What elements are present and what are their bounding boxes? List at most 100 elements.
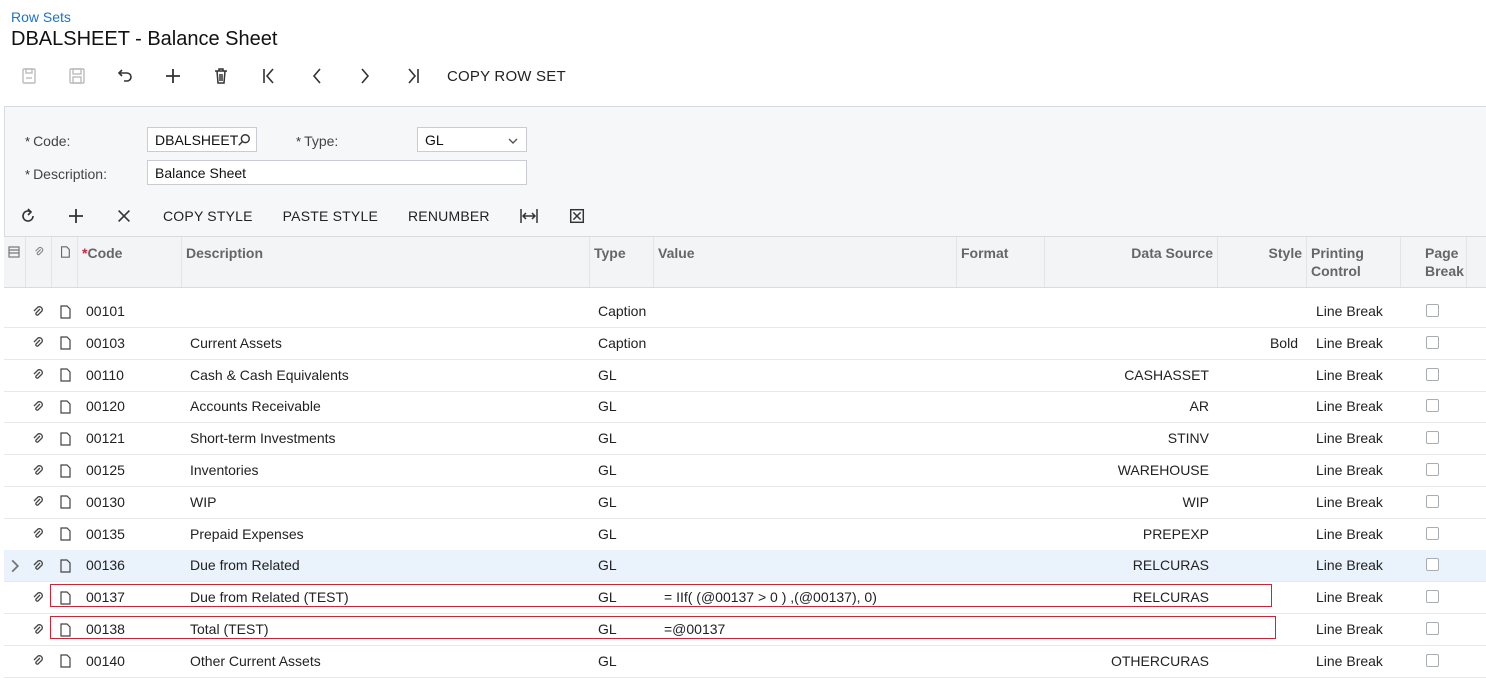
paperclip-icon[interactable]	[31, 328, 45, 359]
cell-code[interactable]: 00101	[86, 296, 125, 327]
cell-description[interactable]: Current Assets	[190, 328, 282, 359]
table-row[interactable]: 00121 Short-term Investments GL STINV Line B…	[4, 423, 1486, 456]
fit-columns-icon[interactable]	[505, 200, 553, 232]
cell-description[interactable]: Due from Related	[190, 550, 300, 581]
cell-style[interactable]	[1218, 646, 1298, 677]
page-break-checkbox[interactable]	[1426, 494, 1439, 508]
page-break-checkbox[interactable]	[1426, 304, 1439, 317]
header-code[interactable]: *Code	[78, 237, 182, 287]
type-select[interactable]: GL	[417, 127, 527, 152]
paperclip-icon[interactable]	[31, 423, 45, 454]
cell-description[interactable]: WIP	[190, 487, 216, 518]
page-break-checkbox[interactable]	[1426, 399, 1439, 413]
note-icon[interactable]	[58, 550, 72, 581]
page-break-checkbox[interactable]	[1426, 463, 1439, 476]
undo-icon[interactable]	[101, 60, 149, 92]
cell-code[interactable]: 00125	[86, 455, 125, 486]
cell-data-source[interactable]: AR	[1045, 391, 1209, 422]
note-icon[interactable]	[58, 328, 72, 359]
cell-code[interactable]: 00120	[86, 391, 125, 422]
cell-data-source[interactable]	[1045, 328, 1209, 359]
note-icon[interactable]	[58, 455, 72, 486]
cell-type[interactable]: Caption	[598, 296, 646, 327]
cell-data-source[interactable]	[1045, 296, 1209, 327]
header-page-break[interactable]: Page Break	[1401, 237, 1467, 287]
note-icon[interactable]	[58, 614, 72, 645]
cell-data-source[interactable]: OTHERCURAS	[1045, 646, 1209, 677]
first-record-icon[interactable]	[245, 60, 293, 92]
refresh-icon[interactable]	[4, 200, 52, 232]
cell-style[interactable]	[1218, 582, 1298, 613]
header-style[interactable]: Style	[1218, 237, 1307, 287]
cell-data-source[interactable]: PREPEXP	[1045, 519, 1209, 550]
cell-style[interactable]	[1218, 360, 1298, 391]
page-break-checkbox[interactable]	[1426, 590, 1439, 604]
paperclip-icon[interactable]	[31, 391, 45, 422]
note-icon[interactable]	[58, 646, 72, 677]
cell-style[interactable]	[1218, 550, 1298, 581]
cell-data-source[interactable]	[1045, 614, 1209, 645]
previous-record-icon[interactable]	[293, 60, 341, 92]
cell-style[interactable]	[1218, 423, 1298, 454]
table-row[interactable]: 00137 Due from Related (TEST) GL = IIf( (@0…	[4, 582, 1486, 615]
table-row[interactable]: 00125 Inventories GL WAREHOUSE Line Break	[4, 455, 1486, 487]
table-row[interactable]: 00130 WIP GL WIP Line Break	[4, 487, 1486, 519]
cell-style[interactable]	[1218, 296, 1298, 327]
note-icon[interactable]	[58, 360, 72, 391]
add-row-icon[interactable]	[52, 200, 100, 232]
cell-description[interactable]: Prepaid Expenses	[190, 519, 304, 550]
table-row[interactable]: 00138 Total (TEST) GL =@00137 Line Break	[4, 614, 1486, 646]
next-record-icon[interactable]	[341, 60, 389, 92]
table-row[interactable]: 00135 Prepaid Expenses GL PREPEXP Line Break	[4, 519, 1486, 551]
page-break-checkbox[interactable]	[1426, 558, 1439, 572]
last-record-icon[interactable]	[389, 60, 437, 92]
cell-printing-control[interactable]: Line Break	[1316, 582, 1383, 613]
cell-description[interactable]: Cash & Cash Equivalents	[190, 360, 349, 391]
cell-printing-control[interactable]: Line Break	[1316, 614, 1383, 645]
note-icon[interactable]	[58, 487, 72, 518]
copy-style-button[interactable]: COPY STYLE	[148, 208, 268, 224]
header-settings[interactable]	[4, 237, 26, 287]
cell-data-source[interactable]: WIP	[1045, 487, 1209, 518]
header-format[interactable]: Format	[957, 237, 1045, 287]
cell-printing-control[interactable]: Line Break	[1316, 360, 1383, 391]
page-break-checkbox[interactable]	[1426, 622, 1439, 635]
table-row[interactable]: 00120 Accounts Receivable GL AR Line Break	[4, 391, 1486, 424]
page-break-checkbox[interactable]	[1426, 653, 1439, 667]
cell-type[interactable]: GL	[598, 360, 617, 391]
note-icon[interactable]	[58, 296, 72, 327]
cell-type[interactable]: GL	[598, 582, 617, 613]
header-type[interactable]: Type	[590, 237, 654, 287]
cell-code[interactable]: 00137	[86, 582, 125, 613]
cell-printing-control[interactable]: Line Break	[1316, 519, 1383, 550]
cell-code[interactable]: 00110	[86, 360, 124, 391]
add-icon[interactable]	[149, 60, 197, 92]
table-row[interactable]: 00103 Current Assets Caption Bold Line Break	[4, 328, 1486, 360]
paperclip-icon[interactable]	[31, 360, 45, 391]
cell-style[interactable]	[1218, 519, 1298, 550]
code-field[interactable]: DBALSHEET	[147, 127, 257, 152]
note-icon[interactable]	[58, 391, 72, 422]
save-close-icon[interactable]	[5, 60, 53, 92]
page-break-checkbox[interactable]	[1426, 335, 1439, 349]
page-break-checkbox[interactable]	[1426, 431, 1439, 445]
cell-printing-control[interactable]: Line Break	[1316, 423, 1383, 454]
cell-type[interactable]: GL	[598, 423, 617, 454]
cell-description[interactable]: Accounts Receivable	[190, 391, 321, 422]
table-row[interactable]: 00110 Cash & Cash Equivalents GL CASHASSET L…	[4, 360, 1486, 392]
table-row[interactable]: 00136 Due from Related GL RELCURAS Line Brea…	[4, 550, 1486, 583]
note-icon[interactable]	[58, 582, 72, 613]
breadcrumb[interactable]: Row Sets	[11, 9, 71, 25]
cell-style[interactable]	[1218, 487, 1298, 518]
cell-printing-control[interactable]: Line Break	[1316, 487, 1383, 518]
delete-icon[interactable]	[197, 60, 245, 92]
cell-style[interactable]: Bold	[1218, 328, 1298, 359]
cell-type[interactable]: GL	[598, 455, 617, 486]
header-printing-control[interactable]: Printing Control	[1307, 237, 1401, 287]
cell-printing-control[interactable]: Line Break	[1316, 391, 1383, 422]
renumber-button[interactable]: RENUMBER	[393, 208, 505, 224]
copy-row-set-button[interactable]: COPY ROW SET	[447, 68, 566, 85]
cell-style[interactable]	[1218, 455, 1298, 486]
paste-style-button[interactable]: PASTE STYLE	[268, 208, 393, 224]
cell-printing-control[interactable]: Line Break	[1316, 455, 1383, 486]
